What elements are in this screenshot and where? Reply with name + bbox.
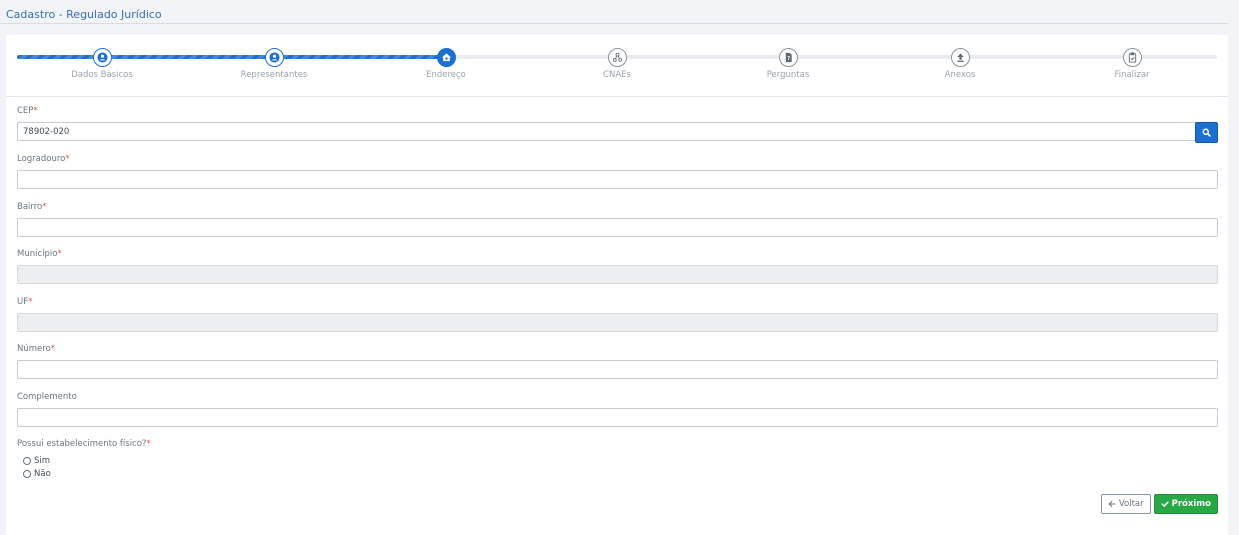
cep-input-group bbox=[17, 122, 1218, 143]
radio-nao[interactable]: Não bbox=[23, 467, 1218, 480]
complemento-label: Complemento bbox=[17, 392, 77, 402]
step-label: Endereço bbox=[426, 70, 466, 80]
uf-field: UF* bbox=[17, 296, 1218, 332]
user-icon bbox=[264, 48, 284, 67]
step-label: Dados Básicos bbox=[71, 70, 133, 80]
municipio-field: Município* bbox=[17, 248, 1218, 284]
numero-field: Número* bbox=[17, 343, 1218, 379]
step-dados-basicos[interactable]: Dados Básicos bbox=[42, 48, 162, 80]
step-representantes[interactable]: Representantes bbox=[214, 48, 334, 80]
uf-label: UF bbox=[17, 297, 29, 307]
municipio-label: Município bbox=[17, 249, 58, 259]
user-icon bbox=[92, 48, 112, 67]
step-anexos[interactable]: Anexos bbox=[900, 48, 1020, 80]
required-mark: * bbox=[57, 249, 62, 259]
required-mark: * bbox=[28, 297, 33, 307]
estabelecimento-field: Possui estabelecimento físico?* Sim Não bbox=[17, 438, 1218, 480]
radio-circle[interactable] bbox=[23, 469, 31, 478]
back-button-label: Voltar bbox=[1118, 499, 1144, 509]
complemento-input[interactable] bbox=[17, 408, 1218, 427]
search-cep-button[interactable] bbox=[1195, 122, 1218, 143]
question-file-icon: ? bbox=[778, 48, 798, 67]
page-header: Cadastro - Regulado Jurídico bbox=[0, 0, 1228, 24]
step-label: Finalizar bbox=[1114, 70, 1150, 80]
bairro-field: Bairro* bbox=[17, 201, 1218, 237]
step-label: Representantes bbox=[240, 70, 308, 80]
numero-label: Número bbox=[17, 344, 51, 354]
required-mark: * bbox=[50, 344, 56, 354]
uf-input bbox=[17, 313, 1218, 332]
step-label: Anexos bbox=[944, 70, 976, 80]
step-endereco[interactable]: Endereço bbox=[386, 48, 506, 80]
clipboard-check-icon bbox=[1122, 48, 1142, 67]
next-button[interactable]: Próximo bbox=[1153, 494, 1218, 514]
radio-sim[interactable]: Sim bbox=[23, 454, 1218, 467]
search-icon bbox=[1202, 128, 1211, 137]
form-actions: Voltar Próximo bbox=[1100, 494, 1218, 514]
bairro-label: Bairro bbox=[17, 202, 43, 212]
page-title: Cadastro - Regulado Jurídico bbox=[6, 8, 162, 21]
cep-input[interactable] bbox=[17, 122, 1196, 141]
upload-icon bbox=[950, 48, 970, 67]
logradouro-field: Logradouro* bbox=[17, 153, 1218, 189]
step-label: CNAEs bbox=[603, 70, 631, 80]
required-mark: * bbox=[146, 439, 151, 449]
form-card: Dados Básicos Representantes Endereço CN… bbox=[6, 35, 1228, 535]
next-button-label: Próximo bbox=[1171, 499, 1211, 509]
complemento-field: Complemento bbox=[17, 391, 1218, 427]
home-icon bbox=[436, 48, 456, 67]
svg-text:?: ? bbox=[787, 56, 790, 62]
sitemap-icon bbox=[607, 48, 627, 67]
required-mark: * bbox=[65, 154, 70, 164]
logradouro-input[interactable] bbox=[17, 170, 1218, 189]
radio-circle[interactable] bbox=[23, 456, 31, 465]
required-mark: * bbox=[42, 202, 47, 212]
radio-sim-label: Sim bbox=[34, 455, 51, 466]
check-icon bbox=[1161, 501, 1169, 507]
step-perguntas[interactable]: ? Perguntas bbox=[728, 48, 848, 80]
arrow-left-icon bbox=[1108, 501, 1116, 507]
radio-nao-label: Não bbox=[34, 468, 51, 479]
estabelecimento-label: Possui estabelecimento físico? bbox=[17, 439, 147, 449]
bairro-input[interactable] bbox=[17, 218, 1218, 237]
municipio-input bbox=[17, 265, 1218, 284]
logradouro-label: Logradouro bbox=[17, 154, 66, 164]
cep-label: CEP bbox=[17, 106, 34, 116]
cep-field: CEP* bbox=[17, 105, 1218, 143]
step-finalizar[interactable]: Finalizar bbox=[1072, 48, 1192, 80]
numero-input[interactable] bbox=[17, 360, 1218, 379]
step-label: Perguntas bbox=[766, 70, 810, 80]
step-cnaes[interactable]: CNAEs bbox=[557, 48, 677, 80]
back-button[interactable]: Voltar bbox=[1100, 494, 1151, 514]
required-mark: * bbox=[33, 106, 38, 116]
stepper: Dados Básicos Representantes Endereço CN… bbox=[6, 35, 1228, 97]
